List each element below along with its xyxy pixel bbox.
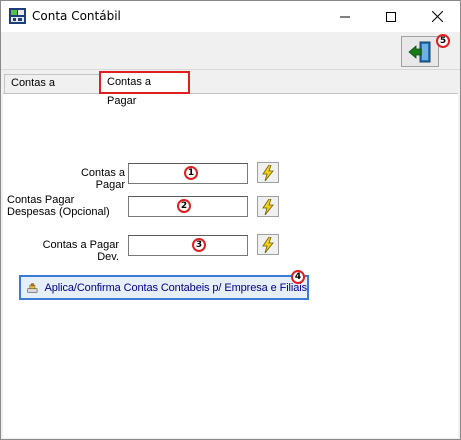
tab-contas-a-pagar[interactable]: Contas a Pagar xyxy=(99,71,190,107)
window: Conta Contábil 5 Contas a Receber Contas… xyxy=(0,0,461,440)
exit-button[interactable] xyxy=(401,36,439,67)
close-icon xyxy=(431,11,443,22)
lookup-button-1[interactable] xyxy=(257,162,279,183)
annotation-marker-2: 2 xyxy=(177,199,191,213)
tab-contas-a-receber[interactable]: Contas a Receber xyxy=(4,74,100,106)
lookup-button-3[interactable] xyxy=(257,234,279,255)
contas-pagar-despesas-label-line1: Contas Pagar xyxy=(7,194,75,206)
contas-a-pagar-label: Contas a Pagar xyxy=(80,167,125,191)
tab-strip: Contas a Receber Contas a Pagar xyxy=(1,71,460,107)
stamp-icon xyxy=(27,282,38,293)
exit-door-icon xyxy=(408,41,431,62)
minimize-icon xyxy=(340,16,350,17)
minimize-button[interactable] xyxy=(322,1,368,32)
toolbar: 5 xyxy=(1,32,460,70)
annotation-marker-1: 1 xyxy=(184,166,198,180)
apply-confirm-button[interactable]: Aplica/Confirma Contas Contabeis p/ Empr… xyxy=(19,275,309,300)
lightning-icon xyxy=(262,198,274,215)
annotation-marker-4: 4 xyxy=(291,270,305,284)
annotation-marker-3: 3 xyxy=(192,238,206,252)
annotation-marker-5: 5 xyxy=(436,34,450,48)
window-title: Conta Contábil xyxy=(32,9,121,23)
apply-confirm-button-label: Aplica/Confirma Contas Contabeis p/ Empr… xyxy=(44,281,308,294)
maximize-icon xyxy=(386,11,396,22)
contas-a-pagar-dev-input[interactable] xyxy=(128,235,248,256)
contas-pagar-despesas-label: Contas Pagar Despesas (Opcional) xyxy=(7,194,119,218)
contas-pagar-despesas-label-line2: Despesas (Opcional) xyxy=(7,206,110,218)
close-button[interactable] xyxy=(414,1,460,32)
contas-a-pagar-dev-label: Contas a Pagar Dev. xyxy=(42,239,119,263)
tab-panel-contas-a-pagar: Contas a Pagar 1 Contas Pagar Despesas (… xyxy=(3,93,458,438)
lightning-icon xyxy=(262,236,274,253)
lookup-button-2[interactable] xyxy=(257,196,279,217)
lightning-icon xyxy=(262,164,274,181)
title-bar: Conta Contábil xyxy=(1,1,460,32)
maximize-button[interactable] xyxy=(368,1,414,32)
app-icon xyxy=(9,8,26,24)
